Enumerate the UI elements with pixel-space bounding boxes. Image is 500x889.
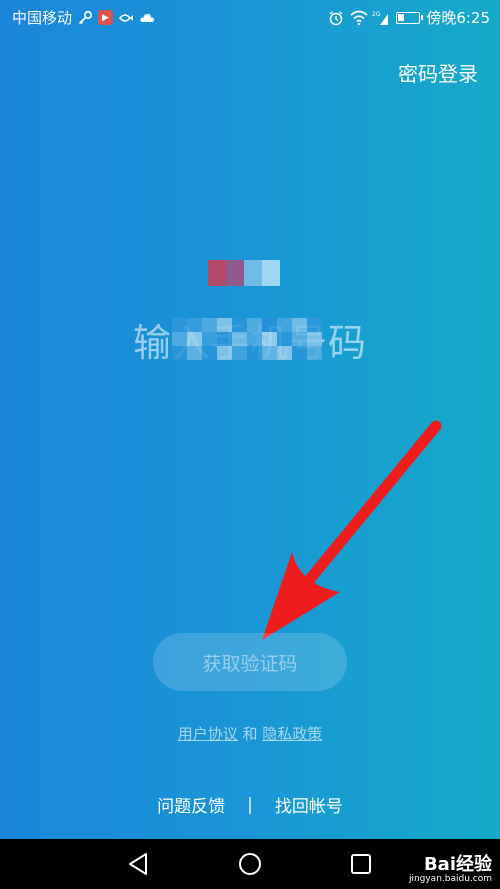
video-app-icon: ▶ xyxy=(98,10,114,25)
recents-icon[interactable] xyxy=(348,851,374,877)
status-left: 中国移动 ▶ xyxy=(12,7,155,28)
alarm-icon xyxy=(328,10,344,26)
cloud-icon xyxy=(139,10,155,26)
battery-icon xyxy=(396,11,424,24)
bottom-links: 问题反馈 | 找回帐号 xyxy=(0,792,500,818)
agreement-and: 和 xyxy=(242,725,258,743)
status-right: 2G 傍晚6:25 xyxy=(328,7,490,28)
footer-separator: | xyxy=(247,794,253,815)
password-login-link[interactable]: 密码登录 xyxy=(398,58,478,87)
get-verification-code-button[interactable]: 获取验证码 xyxy=(153,633,347,691)
watermark-brand: Bai经验 xyxy=(423,854,492,876)
privacy-policy-link[interactable]: 隐私政策 xyxy=(262,725,322,743)
pixelated-logo xyxy=(208,260,280,286)
status-bar: 中国移动 ▶ 2G 傍晚6:25 xyxy=(0,0,500,34)
watermark-url: jingyan.baidu.com xyxy=(408,874,492,885)
carrier-label: 中国移动 xyxy=(12,9,73,27)
navigation-bar: Bai经验 jingyan.baidu.com xyxy=(0,839,500,889)
fish-icon xyxy=(118,10,134,26)
back-icon[interactable] xyxy=(126,851,152,877)
svg-text:2G: 2G xyxy=(372,11,381,18)
agreement-line: 用户协议 和 隐私政策 xyxy=(0,723,500,744)
key-icon xyxy=(77,10,93,26)
signal-icon: 2G xyxy=(372,10,390,26)
status-time: 傍晚6:25 xyxy=(426,9,490,27)
wifi-icon xyxy=(350,10,368,26)
user-agreement-link[interactable]: 用户协议 xyxy=(178,725,238,743)
home-icon[interactable] xyxy=(237,851,263,877)
recover-account-link[interactable]: 找回帐号 xyxy=(275,792,343,817)
feedback-link[interactable]: 问题反馈 xyxy=(157,792,225,817)
login-screen: 中国移动 ▶ 2G 傍晚6:25 密码登录 获取验证码 用户协议 和 隐私政策 … xyxy=(0,0,500,889)
red-arrow-annotation xyxy=(262,420,442,640)
title-pixel-mask xyxy=(172,318,322,360)
baidu-jingyan-watermark: Bai经验 jingyan.baidu.com xyxy=(409,855,492,885)
